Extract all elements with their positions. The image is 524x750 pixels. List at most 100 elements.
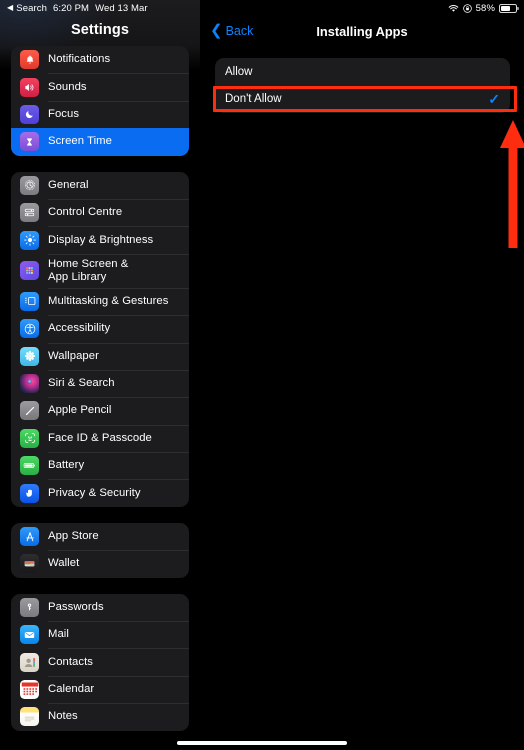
brightness-icon [20, 230, 39, 250]
sidebar-item-home-screen-app-library[interactable]: Home Screen & App Library [11, 253, 189, 288]
gear-icon [20, 175, 39, 195]
checkmark-icon: ✓ [488, 91, 500, 108]
navigation-bar: ❮ Back Installing Apps [200, 16, 524, 46]
sidebar-item-wallpaper[interactable]: Wallpaper [11, 342, 189, 370]
sidebar-item-label: Mail [48, 628, 69, 641]
sidebar-item-notifications[interactable]: Notifications [11, 46, 189, 73]
mail-icon [20, 625, 39, 645]
accessibility-icon [20, 319, 39, 339]
sidebar-item-battery[interactable]: Battery [11, 452, 189, 479]
sidebar-item-label: Apple Pencil [48, 404, 112, 417]
sidebar-group: Notifications Sounds Focus Screen Time [11, 46, 189, 156]
sidebar-group-list: Notifications Sounds Focus Screen Time Gener… [0, 46, 200, 731]
face-id-icon [20, 428, 39, 448]
status-bar-left: ◀ Search 6:20 PM Wed 13 Mar [7, 3, 148, 14]
sidebar-group: General Control Centre Display & Brightnes… [11, 171, 189, 507]
sidebar-group: App Store Wallet [11, 522, 189, 578]
bell-icon [20, 50, 39, 70]
sidebar-item-multitasking-gestures[interactable]: Multitasking & Gestures [11, 287, 189, 315]
sidebar-item-general[interactable]: General [11, 172, 189, 199]
sidebar-item-label: General [48, 178, 89, 191]
hourglass-icon [20, 132, 39, 152]
sidebar-item-label: Focus [48, 107, 80, 120]
sidebar-item-screen-time[interactable]: Screen Time [11, 128, 189, 156]
status-bar: ◀ Search 6:20 PM Wed 13 Mar 58% [0, 0, 524, 16]
sidebar-item-mail[interactable]: Mail [11, 621, 189, 648]
sidebar-item-focus[interactable]: Focus [11, 100, 189, 128]
sidebar-item-label: Multitasking & Gestures [48, 294, 169, 307]
sidebar-item-display-brightness[interactable]: Display & Brightness [11, 226, 189, 253]
sidebar-item-sounds[interactable]: Sounds [11, 73, 189, 100]
sidebar-item-apple-pencil[interactable]: Apple Pencil [11, 397, 189, 424]
battery-percent-label: 58% [475, 2, 495, 14]
option-label: Don't Allow [225, 93, 282, 106]
sidebar-item-label: Notifications [48, 53, 111, 66]
calendar-icon [20, 680, 39, 699]
sidebar-item-label: Home Screen & App Library [48, 257, 129, 283]
pencil-icon [20, 401, 39, 421]
sidebar-item-label: Display & Brightness [48, 233, 154, 246]
wallet-icon [20, 554, 39, 574]
home-indicator[interactable] [177, 741, 347, 745]
app-grid-icon [20, 261, 39, 281]
settings-sidebar: Settings Notifications Sounds Focus Screen … [0, 0, 200, 750]
sidebar-item-privacy-security[interactable]: Privacy & Security [11, 479, 189, 506]
key-icon [20, 597, 39, 617]
option-row-allow[interactable]: Allow [215, 58, 510, 86]
sidebar-item-face-id-passcode[interactable]: Face ID & Passcode [11, 424, 189, 452]
option-row-don-t-allow[interactable]: Don't Allow ✓ [215, 85, 510, 114]
sidebar-item-label: Battery [48, 459, 85, 472]
option-label: Allow [225, 65, 253, 78]
status-back-app-label[interactable]: Search [16, 3, 47, 14]
sidebar-item-label: Control Centre [48, 206, 123, 219]
status-date: Wed 13 Mar [95, 2, 148, 14]
sidebar-item-contacts[interactable]: Contacts [11, 648, 189, 675]
sidebar-item-calendar[interactable]: Calendar [11, 675, 189, 703]
sidebar-item-label: Accessibility [48, 322, 111, 335]
sidebar-item-label: Passwords [48, 600, 104, 613]
wifi-icon [448, 4, 459, 13]
back-button-label: Back [225, 24, 254, 38]
sidebar-item-label: Face ID & Passcode [48, 431, 152, 444]
sidebar-item-label: Contacts [48, 655, 93, 668]
option-row-list: Allow Don't Allow ✓ [215, 58, 510, 113]
sidebar-item-label: Privacy & Security [48, 486, 141, 499]
sidebar-item-label: App Store [48, 530, 99, 543]
sidebar-item-label: Calendar [48, 683, 95, 695]
sidebar-item-siri-search[interactable]: Siri & Search [11, 369, 189, 397]
sidebar-scroll-area[interactable]: Notifications Sounds Focus Screen Time Gener… [0, 46, 200, 750]
sidebar-item-label: Sounds [48, 80, 87, 93]
back-button[interactable]: ❮ Back [210, 22, 254, 39]
installing-apps-options-card: Allow Don't Allow ✓ [215, 58, 510, 113]
notes-icon [20, 707, 39, 727]
sliders-icon [20, 203, 39, 223]
battery-icon [499, 3, 519, 13]
sidebar-item-passwords[interactable]: Passwords [11, 594, 189, 621]
rotation-lock-icon [462, 3, 472, 13]
app-store-icon [20, 527, 39, 547]
siri-icon [20, 374, 39, 394]
back-to-app-icon[interactable]: ◀ [7, 4, 13, 12]
status-bar-right: 58% [448, 2, 519, 14]
speaker-icon [20, 77, 39, 97]
moon-icon [20, 104, 39, 124]
status-time: 6:20 PM [52, 2, 90, 14]
sidebar-item-accessibility[interactable]: Accessibility [11, 315, 189, 342]
detail-pane: ❮ Back Installing Apps Allow Don't Allow ✓ [200, 0, 524, 750]
hand-icon [20, 483, 39, 503]
sidebar-item-control-centre[interactable]: Control Centre [11, 198, 189, 226]
sidebar-item-wallet[interactable]: Wallet [11, 550, 189, 577]
sidebar-item-label: Notes [48, 710, 78, 723]
sidebar-item-notes[interactable]: Notes [11, 703, 189, 730]
wallpaper-icon [20, 346, 39, 366]
sidebar-item-label: Wallet [48, 557, 80, 570]
sidebar-item-app-store[interactable]: App Store [11, 523, 189, 550]
sidebar-item-label: Screen Time [48, 135, 112, 148]
ipad-settings-screen: ◀ Search 6:20 PM Wed 13 Mar 58% Settings… [0, 0, 524, 750]
sidebar-group: Passwords Mail Contacts Calendar Notes [11, 593, 189, 731]
sidebar-item-label: Siri & Search [48, 377, 115, 390]
page-title: Settings [71, 22, 129, 38]
chevron-left-icon: ❮ [210, 22, 223, 39]
multitasking-icon [20, 291, 39, 311]
contacts-icon [20, 652, 39, 672]
